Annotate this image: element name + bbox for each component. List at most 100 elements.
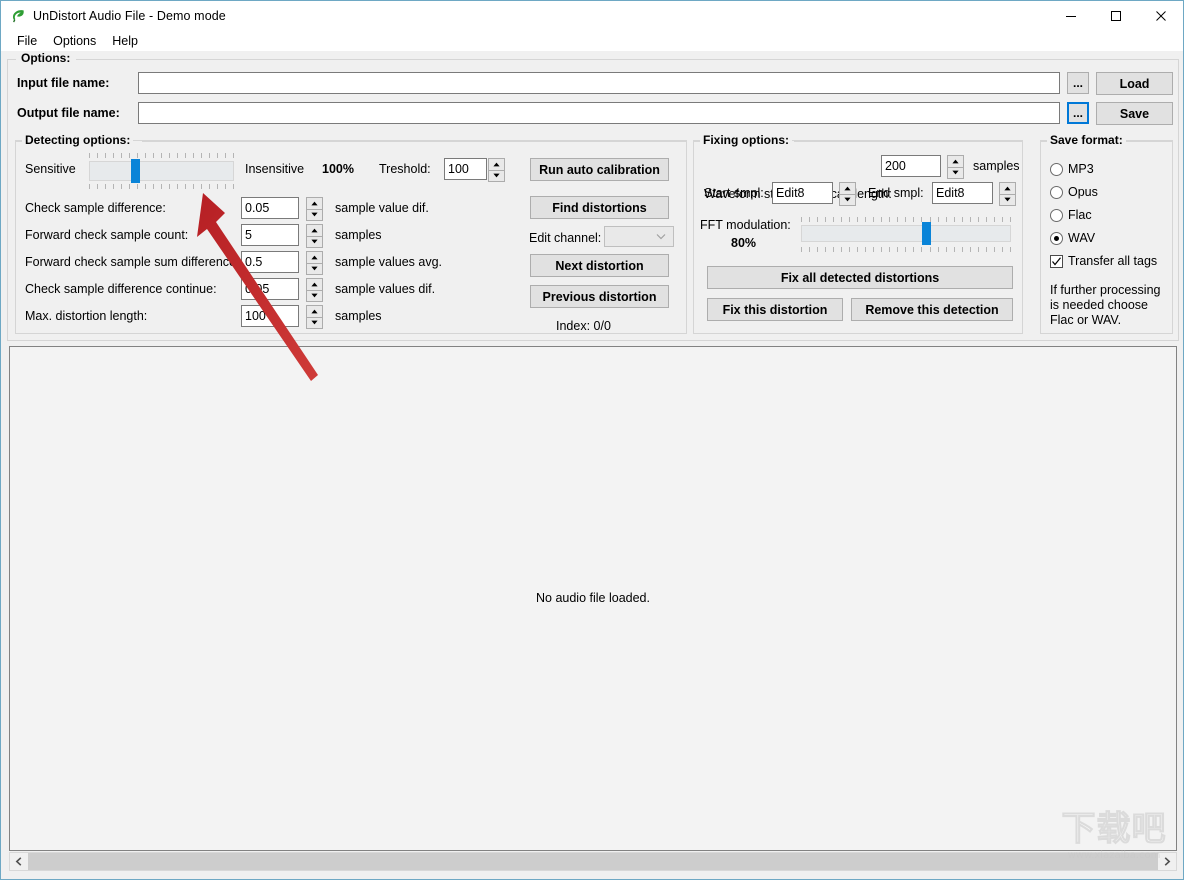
insensitive-label: Insensitive [245, 162, 305, 176]
forward-check-sample-sum-difference-spinner[interactable] [306, 251, 323, 275]
end-smpl-spinner[interactable] [999, 182, 1016, 206]
chevron-right-icon[interactable] [1158, 853, 1176, 870]
spinner-up[interactable] [306, 278, 323, 290]
forward-check-sample-count-field[interactable]: 5 [241, 224, 299, 246]
load-button[interactable]: Load [1096, 72, 1173, 95]
check-sample-difference-continue-spinner[interactable] [306, 278, 323, 302]
output-file-browse-button[interactable]: ... [1067, 102, 1089, 124]
start-smpl-field[interactable]: Edit8 [772, 182, 833, 204]
spinner-down[interactable] [306, 235, 323, 248]
threshold-label: Treshold: [379, 162, 431, 176]
radio-flac[interactable]: Flac [1050, 208, 1092, 222]
fix-this-distortion-button[interactable]: Fix this distortion [707, 298, 843, 321]
slider-tick [89, 153, 90, 158]
max-distortion-length-unit: samples [335, 309, 382, 323]
forward-check-sample-sum-difference-unit: sample values avg. [335, 255, 443, 269]
spinner-down[interactable] [839, 193, 856, 206]
slider-tick [201, 184, 202, 189]
scan-length-spinner[interactable] [947, 155, 964, 179]
run-auto-calibration-button[interactable]: Run auto calibration [530, 158, 669, 181]
slider-tick [113, 153, 114, 158]
spinner-down[interactable] [999, 193, 1016, 206]
threshold-field[interactable]: 100 [444, 158, 487, 180]
check-sample-difference-continue-label: Check sample difference continue: [25, 282, 217, 296]
menu-item-file[interactable]: File [9, 32, 45, 50]
max-distortion-length-field[interactable]: 100 [241, 305, 299, 327]
slider-tick [953, 217, 955, 222]
minimize-button[interactable] [1048, 1, 1093, 31]
spinner-up[interactable] [306, 251, 323, 263]
end-smpl-field[interactable]: Edit8 [932, 182, 993, 204]
menu-item-help[interactable]: Help [104, 32, 146, 50]
check-sample-difference-spinner[interactable] [306, 197, 323, 221]
threshold-spinner-down[interactable] [488, 169, 505, 182]
slider-tick [801, 247, 802, 252]
spinner-down[interactable] [306, 289, 323, 302]
spinner-up[interactable] [947, 155, 964, 167]
radio-opus[interactable]: Opus [1050, 185, 1098, 199]
sensitivity-slider[interactable] [89, 153, 234, 191]
spinner-down[interactable] [306, 262, 323, 275]
slider-tick [985, 217, 987, 222]
slider-tick [881, 247, 883, 252]
slider-tick [121, 153, 122, 158]
slider-tick [137, 184, 138, 189]
save-button[interactable]: Save [1096, 102, 1173, 125]
radio-wav[interactable]: WAV [1050, 231, 1095, 245]
edit-channel-dropdown[interactable] [604, 226, 674, 247]
slider-tick [209, 184, 210, 189]
chevron-left-icon[interactable] [10, 853, 28, 870]
spinner-up[interactable] [306, 197, 323, 209]
max-distortion-length-label: Max. distortion length: [25, 309, 148, 323]
slider-tick [145, 184, 146, 189]
slider-tick [881, 217, 883, 222]
check-sample-difference-continue-field[interactable]: 0.05 [241, 278, 299, 300]
transfer-all-tags-checkbox[interactable]: Transfer all tags [1050, 254, 1157, 268]
next-distortion-button[interactable]: Next distortion [530, 254, 669, 277]
horizontal-scrollbar[interactable] [9, 852, 1177, 871]
fix-all-distortions-button[interactable]: Fix all detected distortions [707, 266, 1013, 289]
find-distortions-button[interactable]: Find distortions [530, 196, 669, 219]
scan-length-field[interactable]: 200 [881, 155, 941, 177]
detecting-options-title: Detecting options: [22, 133, 134, 147]
slider-tick [889, 247, 891, 252]
sensitivity-percent: 100% [322, 162, 354, 176]
slider-tick [177, 153, 178, 158]
input-file-field[interactable] [138, 72, 1060, 94]
spinner-up[interactable] [306, 305, 323, 317]
close-button[interactable] [1138, 1, 1183, 31]
sensitive-label: Sensitive [25, 162, 76, 176]
fft-modulation-slider[interactable] [801, 217, 1011, 255]
slider-tick [809, 247, 811, 252]
waveform-canvas[interactable]: No audio file loaded. [9, 346, 1177, 851]
spinner-up[interactable] [306, 224, 323, 236]
max-distortion-length-spinner[interactable] [306, 305, 323, 329]
spinner-down[interactable] [306, 316, 323, 329]
start-smpl-spinner[interactable] [839, 182, 856, 206]
output-file-field[interactable] [138, 102, 1060, 124]
forward-check-sample-count-spinner[interactable] [306, 224, 323, 248]
spinner-up[interactable] [999, 182, 1016, 194]
scrollbar-thumb[interactable] [28, 853, 1158, 870]
threshold-spinner-up[interactable] [488, 158, 505, 170]
check-sample-difference-field[interactable]: 0.05 [241, 197, 299, 219]
radio-mp3[interactable]: MP3 [1050, 162, 1094, 176]
output-file-label: Output file name: [17, 106, 120, 120]
maximize-button[interactable] [1093, 1, 1138, 31]
input-file-browse-button[interactable]: ... [1067, 72, 1089, 94]
radio-opus-label: Opus [1068, 185, 1098, 199]
spinner-up[interactable] [839, 182, 856, 194]
forward-check-sample-sum-difference-field[interactable]: 0.5 [241, 251, 299, 273]
slider-tick [145, 153, 146, 158]
slider-tick [177, 184, 178, 189]
slider-tick [897, 217, 899, 222]
spinner-down[interactable] [306, 208, 323, 221]
slider-tick [833, 247, 835, 252]
previous-distortion-button[interactable]: Previous distortion [530, 285, 669, 308]
menu-item-options[interactable]: Options [45, 32, 104, 50]
remove-this-detection-button[interactable]: Remove this detection [851, 298, 1013, 321]
slider-tick [217, 184, 218, 189]
slider-tick [1001, 247, 1003, 252]
threshold-spinner[interactable] [488, 158, 505, 182]
spinner-down[interactable] [947, 166, 964, 179]
